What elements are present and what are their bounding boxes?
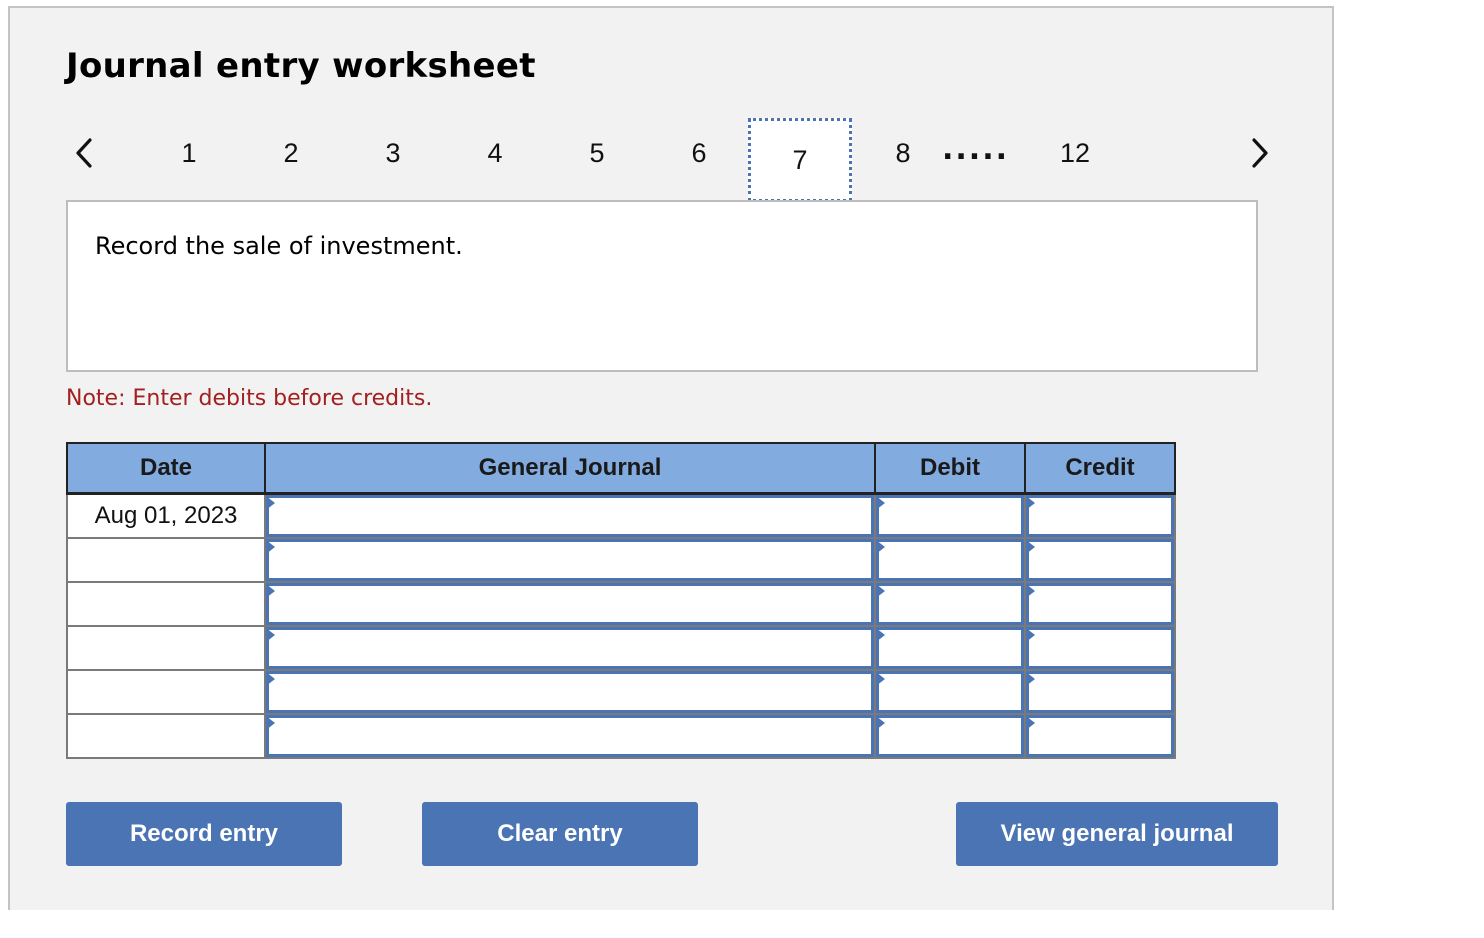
note-text: Note: Enter debits before credits. xyxy=(66,386,433,411)
chevron-left-icon xyxy=(76,138,92,168)
date-cell xyxy=(66,713,266,759)
journal-table: Date General Journal Debit Credit Aug 01… xyxy=(66,442,1176,759)
credit-input[interactable] xyxy=(1026,715,1174,757)
debit-input[interactable] xyxy=(876,495,1024,537)
chevron-right-icon xyxy=(1252,138,1268,168)
prompt-box: Record the sale of investment. xyxy=(66,200,1258,372)
credit-cell xyxy=(1024,669,1176,715)
page-title: Journal entry worksheet xyxy=(66,46,536,86)
date-cell xyxy=(66,581,266,627)
debit-cell xyxy=(874,537,1026,583)
page-12[interactable]: 12 xyxy=(1060,138,1090,169)
page-8[interactable]: 8 xyxy=(895,138,910,169)
credit-cell xyxy=(1024,581,1176,627)
table-row xyxy=(66,537,1176,583)
prompt-text: Record the sale of investment. xyxy=(95,232,463,260)
account-cell xyxy=(264,492,876,539)
account-input[interactable] xyxy=(266,583,874,625)
debit-input[interactable] xyxy=(876,627,1024,669)
account-input[interactable] xyxy=(266,539,874,581)
table-row xyxy=(66,581,1176,627)
header-date: Date xyxy=(66,442,266,495)
page-2[interactable]: 2 xyxy=(283,138,298,169)
prev-button[interactable] xyxy=(70,134,100,174)
debit-cell xyxy=(874,713,1026,759)
credit-cell xyxy=(1024,713,1176,759)
debit-cell xyxy=(874,492,1026,539)
date-cell: Aug 01, 2023 xyxy=(66,492,266,539)
header-credit: Credit xyxy=(1024,442,1176,495)
next-button[interactable] xyxy=(1246,134,1276,174)
account-cell xyxy=(264,669,876,715)
page-6[interactable]: 6 xyxy=(691,138,706,169)
view-general-journal-button[interactable]: View general journal xyxy=(956,802,1278,866)
debit-cell xyxy=(874,581,1026,627)
debit-cell xyxy=(874,625,1026,671)
credit-cell xyxy=(1024,625,1176,671)
record-entry-button[interactable]: Record entry xyxy=(66,802,342,866)
header-debit: Debit xyxy=(874,442,1026,495)
account-input[interactable] xyxy=(266,627,874,669)
account-input[interactable] xyxy=(266,495,874,537)
debit-cell xyxy=(874,669,1026,715)
account-input[interactable] xyxy=(266,671,874,713)
account-cell xyxy=(264,625,876,671)
account-cell xyxy=(264,713,876,759)
date-cell xyxy=(66,669,266,715)
table-header-row: Date General Journal Debit Credit xyxy=(66,442,1176,495)
credit-input[interactable] xyxy=(1026,495,1174,537)
account-cell xyxy=(264,537,876,583)
page-7-active[interactable]: 7 xyxy=(748,118,852,202)
page-1[interactable]: 1 xyxy=(181,138,196,169)
table-row xyxy=(66,625,1176,671)
debit-input[interactable] xyxy=(876,671,1024,713)
account-cell xyxy=(264,581,876,627)
debit-input[interactable] xyxy=(876,539,1024,581)
page-ellipsis: ..... xyxy=(942,132,1009,167)
page-5[interactable]: 5 xyxy=(589,138,604,169)
credit-input[interactable] xyxy=(1026,583,1174,625)
pagination: 1 2 3 4 5 6 7 8 ..... 12 xyxy=(0,118,1484,206)
date-cell xyxy=(66,625,266,671)
clear-entry-button[interactable]: Clear entry xyxy=(422,802,698,866)
page-3[interactable]: 3 xyxy=(385,138,400,169)
page-4[interactable]: 4 xyxy=(487,138,502,169)
credit-input[interactable] xyxy=(1026,627,1174,669)
debit-input[interactable] xyxy=(876,715,1024,757)
credit-input[interactable] xyxy=(1026,671,1174,713)
credit-cell xyxy=(1024,537,1176,583)
credit-input[interactable] xyxy=(1026,539,1174,581)
table-row xyxy=(66,713,1176,759)
table-row xyxy=(66,669,1176,715)
debit-input[interactable] xyxy=(876,583,1024,625)
credit-cell xyxy=(1024,492,1176,539)
date-cell xyxy=(66,537,266,583)
table-row: Aug 01, 2023 xyxy=(66,492,1176,539)
header-general-journal: General Journal xyxy=(264,442,876,495)
account-input[interactable] xyxy=(266,715,874,757)
